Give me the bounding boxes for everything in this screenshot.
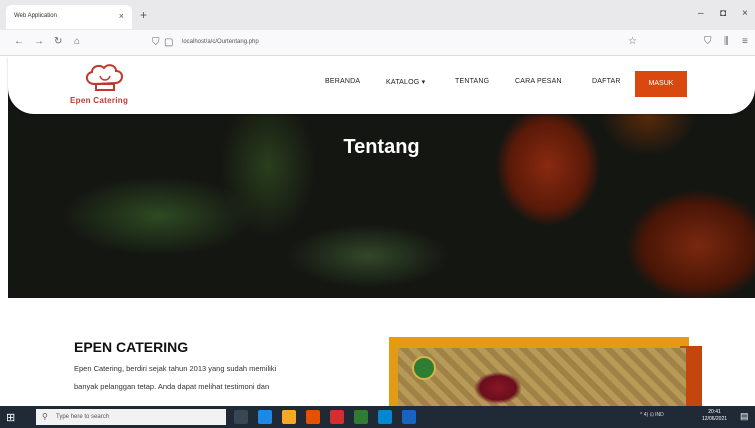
site-header: Epen Catering BERANDA KATALOG ▾ TENTANG …: [8, 56, 755, 114]
menu-icon[interactable]: ≡: [742, 36, 748, 47]
search-icon: ⚲: [42, 412, 48, 421]
menu-item-beranda[interactable]: BERANDA: [325, 78, 360, 85]
taskbar: ⊞ ⚲ Type here to search ^ 4) ⊡ IND 20:41…: [0, 406, 755, 428]
tab-title: Web Application: [14, 13, 57, 19]
clock-date: 12/06/2021: [702, 416, 728, 422]
home-icon[interactable]: ⌂: [74, 36, 80, 47]
menu-item-tentang[interactable]: TENTANG: [455, 78, 489, 85]
login-button[interactable]: MASUK: [635, 71, 687, 97]
back-icon[interactable]: ←: [14, 36, 24, 47]
task-view-icon[interactable]: [234, 410, 248, 424]
edge-icon[interactable]: [258, 410, 272, 424]
clock-time: 20:41: [708, 409, 721, 415]
logo[interactable]: Epen Catering: [70, 62, 142, 108]
about-text-line: banyak pelanggan tetap. Anda dapat melih…: [74, 382, 270, 391]
system-tray[interactable]: ^ 4) ⊡ IND: [640, 412, 664, 418]
file-explorer-icon[interactable]: [282, 410, 296, 424]
app-icon[interactable]: [378, 410, 392, 424]
windows-start-icon[interactable]: ⊞: [6, 411, 15, 424]
browser-tab-bar: Web Application × + – ◘ ×: [0, 0, 755, 30]
taskbar-search-input[interactable]: ⚲ Type here to search: [36, 409, 226, 425]
address-url: localhost/a/c/Ourtentang.php: [182, 39, 259, 45]
page-viewport: Tentang Epen Catering BERANDA KATALOG ▾ …: [0, 56, 755, 406]
about-text-line: Epen Catering, berdiri sejak tahun 2013 …: [74, 364, 277, 373]
halal-badge-icon: [412, 356, 436, 380]
forward-icon[interactable]: →: [34, 36, 44, 47]
reload-icon[interactable]: ↻: [54, 36, 62, 47]
minimize-icon[interactable]: –: [698, 8, 704, 19]
shield-toolbar-icon[interactable]: ⛉: [704, 36, 712, 47]
logo-text: Epen Catering: [70, 96, 129, 105]
firefox-icon[interactable]: [306, 410, 320, 424]
maximize-icon[interactable]: ◘: [720, 8, 726, 19]
clock[interactable]: 20:41 12/06/2021: [702, 409, 727, 423]
app-icon[interactable]: [354, 410, 368, 424]
menu-item-katalog[interactable]: KATALOG ▾: [386, 78, 425, 86]
shield-icon: ⛉: [152, 37, 160, 48]
notification-icon[interactable]: ▤: [740, 411, 749, 422]
browser-tab[interactable]: Web Application ×: [6, 5, 132, 29]
close-window-icon[interactable]: ×: [742, 8, 748, 19]
app-icon[interactable]: [402, 410, 416, 424]
chef-hat-icon: [86, 64, 123, 91]
about-title: EPEN CATERING: [74, 339, 189, 355]
browser-nav-bar: ← → ↻ ⌂ ⛉ ▢ localhost/a/c/Ourtentang.php…: [0, 30, 755, 56]
menu-item-daftar[interactable]: DAFTAR: [592, 78, 621, 85]
page-icon: ▢: [164, 37, 174, 48]
library-icon[interactable]: ⫼: [724, 36, 729, 47]
menu-item-cara-pesan[interactable]: CARA PESAN: [515, 78, 562, 85]
app-icon[interactable]: [330, 410, 344, 424]
new-tab-icon[interactable]: +: [140, 8, 147, 22]
search-placeholder: Type here to search: [56, 414, 110, 420]
hero-title: Tentang: [343, 136, 420, 158]
address-bar[interactable]: ⛉ ▢ localhost/a/c/Ourtentang.php: [148, 34, 648, 52]
about-photo: [398, 348, 686, 406]
bookmark-star-icon[interactable]: ☆: [628, 36, 637, 47]
tab-close-icon[interactable]: ×: [119, 11, 124, 21]
